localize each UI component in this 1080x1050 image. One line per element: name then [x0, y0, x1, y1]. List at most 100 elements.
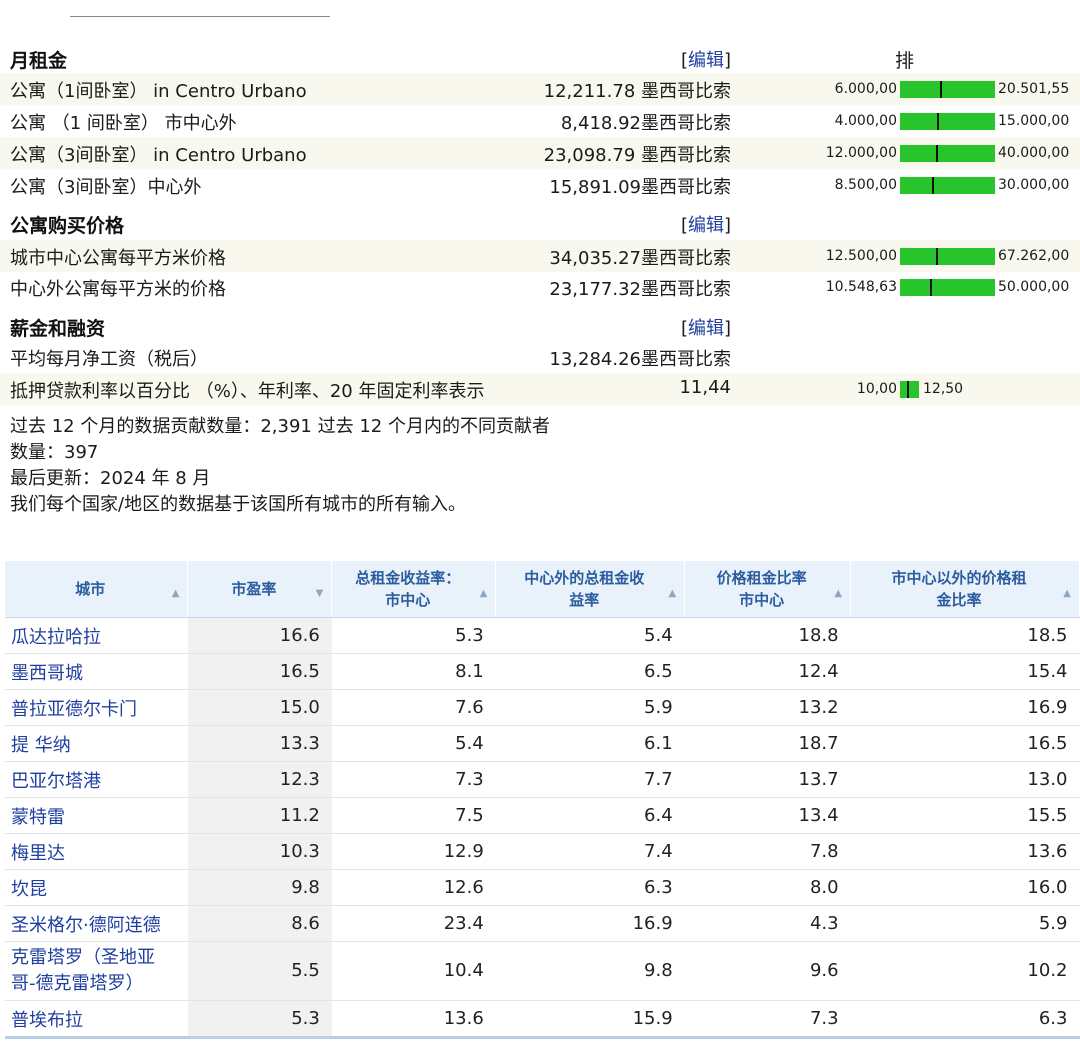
gross-yield-center-cell: 5.3 — [331, 617, 496, 654]
price-row-label: 中心外公寓每平方米的价格 — [10, 279, 226, 300]
table-row: 圣米格尔·德阿连德 8.6 23.4 16.9 4.3 5.9 — [5, 905, 1080, 942]
sort-asc-icon[interactable]: ▲ — [834, 583, 842, 605]
header-label[interactable]: 城市 — [75, 580, 105, 598]
net-salary-row: 平均每月净工资（税后） 13,284.26墨西哥比索 — [0, 341, 1080, 373]
price-row-value: 23,177.32墨西哥比索 — [549, 279, 731, 300]
sort-asc-icon[interactable]: ▲ — [668, 583, 676, 605]
sort-asc-icon[interactable]: ▲ — [172, 583, 180, 605]
range-marker — [932, 177, 934, 194]
table-row: 普拉亚德尔卡门 15.0 7.6 5.9 13.2 16.9 — [5, 689, 1080, 726]
price-rent-outside-cell: 5.9 — [850, 905, 1080, 942]
price-row-value: 15,891.09墨西哥比索 — [549, 177, 731, 198]
price-row-value: 23,098.79 墨西哥比索 — [543, 145, 731, 166]
mortgage-value: 11,44 — [679, 377, 731, 398]
gross-yield-outside-cell: 6.1 — [495, 725, 685, 762]
price-row: 公寓（3间卧室）中心外 15,891.09墨西哥比索 8.500,00 30.0… — [0, 169, 1080, 201]
mortgage-row: 抵押贷款利率以百分比 （%）、年利率、20 年固定利率表示 11,44 10,0… — [0, 373, 1080, 405]
header-label[interactable]: 市中心 — [338, 589, 477, 611]
edit-link-label[interactable]: 编辑 — [688, 215, 724, 236]
contributions-note: 过去 12 个月的数据贡献数量：2,391 过去 12 个月内的不同贡献者 — [10, 416, 550, 437]
city-name-line[interactable]: 克雷塔罗（圣地亚 — [11, 945, 176, 971]
price-rent-center-cell: 13.4 — [684, 797, 851, 834]
range-max: 12,50 — [923, 381, 964, 397]
range-min: 10.548,63 — [825, 279, 897, 295]
range-marker — [940, 81, 942, 98]
edit-link-salary[interactable]: [编辑] — [681, 314, 731, 340]
pe-ratio-cell: 8.6 — [187, 905, 332, 942]
pe-ratio-cell: 11.2 — [187, 797, 332, 834]
range-bar — [900, 381, 919, 398]
column-header-price-rent-outside[interactable]: 市中心以外的价格租 金比率 ▲ — [850, 561, 1080, 618]
column-header-gross-yield-outside[interactable]: 中心外的总租金收 益率 ▲ — [495, 561, 686, 618]
range-max: 30.000,00 — [998, 177, 1070, 193]
city-link[interactable]: 蒙特雷 — [5, 797, 188, 834]
price-rent-center-cell: 8.0 — [684, 869, 851, 906]
edit-link-label[interactable]: 编辑 — [688, 318, 724, 339]
salary-section-header: 薪金和融资 [编辑] — [0, 310, 1080, 342]
table-row: 梅里达 10.3 12.9 7.4 7.8 13.6 — [5, 833, 1080, 870]
header-label[interactable]: 金比率 — [857, 589, 1061, 611]
price-rent-center-cell: 18.8 — [684, 617, 851, 654]
city-link[interactable]: 梅里达 — [5, 833, 188, 870]
header-label[interactable]: 市中心以外的价格租 — [857, 567, 1061, 589]
price-rent-outside-cell: 13.6 — [850, 833, 1080, 870]
gross-yield-center-cell: 7.5 — [331, 797, 496, 834]
range-max: 50.000,00 — [998, 279, 1070, 295]
price-rent-center-cell: 7.8 — [684, 833, 851, 870]
header-label[interactable]: 价格租金比率 — [691, 567, 832, 589]
column-header-gross-yield-center[interactable]: 总租金收益率： 市中心 ▲ — [331, 561, 497, 618]
price-rent-outside-cell: 13.0 — [850, 761, 1080, 798]
city-link[interactable]: 圣米格尔·德阿连德 — [5, 905, 188, 942]
pe-ratio-cell: 16.6 — [187, 617, 332, 654]
header-label[interactable]: 市中心 — [691, 589, 832, 611]
city-link[interactable]: 墨西哥城 — [5, 653, 188, 690]
rank-header: 排 — [895, 50, 915, 72]
price-row-label: 公寓（1间卧室） in Centro Urbano — [10, 81, 307, 102]
gross-yield-outside-cell: 6.5 — [495, 653, 685, 690]
column-header-price-rent-center[interactable]: 价格租金比率 市中心 ▲ — [684, 561, 852, 618]
range-bar — [900, 177, 995, 194]
header-label[interactable]: 总租金收益率： — [338, 567, 477, 589]
net-salary-value: 13,284.26墨西哥比索 — [549, 349, 731, 370]
price-row: 城市中心公寓每平方米价格 34,035.27墨西哥比索 12.500,00 67… — [0, 240, 1080, 272]
city-link[interactable]: 提 华纳 — [5, 725, 188, 762]
city-link[interactable]: 克雷塔罗（圣地亚 哥-德克雷塔罗） — [5, 941, 188, 1001]
price-rent-center-cell: 13.7 — [684, 761, 851, 798]
price-row-value: 34,035.27墨西哥比索 — [549, 248, 731, 269]
price-row: 公寓 （1 间卧室） 市中心外 8,418.92墨西哥比索 4.000,00 1… — [0, 105, 1080, 137]
edit-link-rent[interactable]: [编辑] — [681, 46, 731, 72]
pe-ratio-cell: 12.3 — [187, 761, 332, 798]
price-rent-outside-cell: 10.2 — [850, 941, 1080, 1001]
header-label[interactable]: 中心外的总租金收 — [502, 567, 666, 589]
pe-ratio-cell: 5.3 — [187, 1000, 332, 1037]
price-rent-center-cell: 9.6 — [684, 941, 851, 1001]
city-name-line[interactable]: 哥-德克雷塔罗） — [11, 971, 176, 997]
gross-yield-center-cell: 10.4 — [331, 941, 496, 1001]
range-marker — [936, 248, 938, 265]
price-row-label: 公寓 （1 间卧室） 市中心外 — [10, 113, 237, 134]
city-link[interactable]: 普埃布拉 — [5, 1000, 188, 1037]
header-label[interactable]: 益率 — [502, 589, 666, 611]
range-max: 67.262,00 — [998, 248, 1070, 264]
column-header-city[interactable]: 城市 ▲ — [5, 561, 189, 618]
sort-asc-icon[interactable]: ▲ — [480, 583, 488, 605]
header-label[interactable]: 市盈率 — [231, 580, 276, 598]
gross-yield-center-cell: 12.9 — [331, 833, 496, 870]
edit-link-buy[interactable]: [编辑] — [681, 211, 731, 237]
city-link[interactable]: 瓜达拉哈拉 — [5, 617, 188, 654]
sort-desc-icon[interactable]: ▼ — [316, 583, 324, 605]
table-header-row: 城市 ▲ 市盈率 ▼ 总租金收益率： 市中心 ▲ 中心外的总租金收 益率 ▲ 价格租金比率市… — [5, 561, 1080, 618]
gross-yield-outside-cell: 9.8 — [495, 941, 685, 1001]
gross-yield-outside-cell: 7.7 — [495, 761, 685, 798]
city-link[interactable]: 普拉亚德尔卡门 — [5, 689, 188, 726]
price-rent-center-cell: 12.4 — [684, 653, 851, 690]
gross-yield-outside-cell: 6.4 — [495, 797, 685, 834]
city-link[interactable]: 坎昆 — [5, 869, 188, 906]
net-salary-label: 平均每月净工资（税后） — [10, 349, 208, 370]
column-header-pe-ratio[interactable]: 市盈率 ▼ — [187, 561, 333, 618]
city-link[interactable]: 巴亚尔塔港 — [5, 761, 188, 798]
edit-link-label[interactable]: 编辑 — [688, 50, 724, 71]
sort-asc-icon[interactable]: ▲ — [1063, 583, 1071, 605]
pe-ratio-cell: 10.3 — [187, 833, 332, 870]
gross-yield-outside-cell: 15.9 — [495, 1000, 685, 1037]
